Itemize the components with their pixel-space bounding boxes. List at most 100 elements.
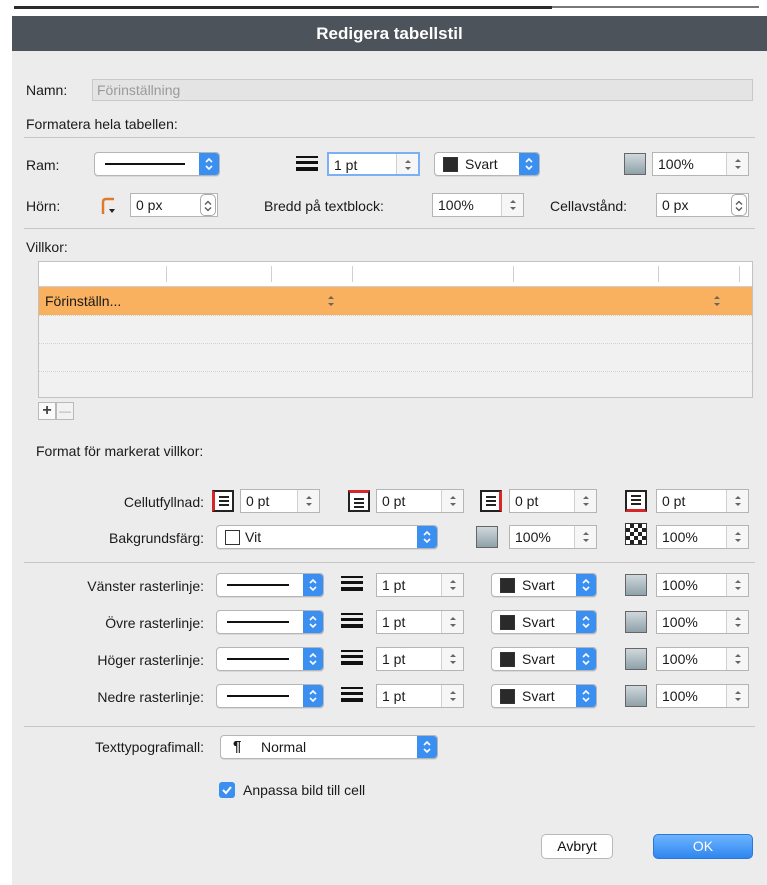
tint-icon	[625, 685, 647, 707]
chevron-updown-icon	[417, 736, 437, 758]
tint-icon	[625, 648, 647, 670]
background-opacity-value: 100%	[662, 529, 698, 545]
line-style-preview	[227, 658, 289, 660]
gridline-weight-value: 1 pt	[382, 614, 406, 630]
gridline-weight-value: 1 pt	[382, 577, 406, 593]
table-row[interactable]	[39, 371, 752, 397]
color-swatch	[500, 578, 515, 593]
gridline-style-popup[interactable]	[216, 647, 324, 671]
line-style-preview	[227, 621, 289, 623]
gridline-tint-value: 100%	[662, 577, 698, 593]
stepper-arrows-icon	[441, 574, 463, 596]
cell-spacing-stepper[interactable]: 0 px	[656, 193, 749, 217]
gridline-weight-stepper[interactable]: 1 pt	[376, 684, 464, 708]
text-style-popup[interactable]: ¶ Normal	[220, 735, 438, 759]
padding-right-stepper[interactable]: 0 pt	[509, 489, 597, 513]
fit-image-label: Anpassa bild till cell	[243, 782, 366, 798]
stepper-arrows-icon	[726, 685, 748, 707]
padding-right-value: 0 pt	[515, 493, 539, 509]
line-style-preview	[105, 163, 185, 165]
padding-bottom-stepper[interactable]: 0 pt	[656, 489, 749, 513]
chevron-updown-icon	[519, 153, 539, 175]
color-swatch	[500, 615, 515, 630]
padding-bottom-value: 0 pt	[662, 493, 686, 509]
background-opacity-stepper[interactable]: 100%	[656, 525, 749, 549]
gridline-style-popup[interactable]	[216, 610, 324, 634]
tint-icon	[625, 574, 647, 596]
padding-left-stepper[interactable]: 0 pt	[240, 489, 320, 513]
stepper-arrows-icon	[726, 574, 748, 596]
tint-icon	[476, 526, 498, 548]
chevron-updown-icon	[303, 685, 323, 707]
table-row[interactable]	[39, 343, 752, 371]
gridline-tint-stepper[interactable]: 100%	[656, 647, 749, 671]
fit-image-checkbox[interactable]	[219, 782, 235, 798]
frame-color-popup[interactable]: Svart	[434, 152, 540, 176]
stepper-arrows-icon[interactable]	[713, 295, 721, 307]
conditions-table-header	[39, 262, 752, 287]
gridline-weight-stepper[interactable]: 1 pt	[376, 647, 464, 671]
stepper-arrows-icon	[297, 490, 319, 512]
frame-weight-value: 1 pt	[334, 157, 358, 173]
padding-top-stepper[interactable]: 0 pt	[376, 489, 464, 513]
frame-tint-value: 100%	[658, 156, 694, 172]
gridline-color-value: Svart	[522, 577, 555, 593]
frame-style-popup[interactable]	[94, 152, 220, 176]
gridline-color-value: Svart	[522, 651, 555, 667]
gridline-weight-value: 1 pt	[382, 688, 406, 704]
padding-top-value: 0 pt	[382, 493, 406, 509]
cell-spacing-value: 0 px	[662, 197, 689, 213]
color-swatch	[500, 689, 515, 704]
gridline-tint-value: 100%	[662, 688, 698, 704]
background-tint-stepper[interactable]: 100%	[509, 525, 597, 549]
chevron-updown-icon	[417, 526, 437, 548]
corner-icon[interactable]	[100, 196, 120, 216]
padding-left-value: 0 pt	[246, 493, 270, 509]
gridline-tint-stepper[interactable]: 100%	[656, 573, 749, 597]
text-style-value: Normal	[261, 739, 307, 755]
stepper-arrows-icon	[441, 611, 463, 633]
gridline-color-popup[interactable]: Svart	[491, 684, 597, 708]
top-edge	[0, 0, 767, 16]
frame-label: Ram:	[26, 157, 60, 173]
corner-radius-stepper[interactable]: 0 px	[130, 193, 218, 217]
cell-spacing-label: Cellavstånd:	[550, 198, 628, 214]
gridline-color-popup[interactable]: Svart	[491, 610, 597, 634]
table-row[interactable]	[39, 315, 752, 343]
divider	[24, 137, 755, 138]
chevron-updown-icon	[200, 194, 216, 216]
stepper-arrows-icon[interactable]	[327, 295, 335, 307]
padding-top-icon	[348, 490, 370, 512]
cancel-button[interactable]: Avbryt	[541, 834, 613, 859]
frame-tint-stepper[interactable]: 100%	[652, 152, 749, 176]
stepper-arrows-icon	[726, 526, 748, 548]
line-style-preview	[227, 584, 289, 586]
gridline-style-popup[interactable]	[216, 573, 324, 597]
gridline-tint-stepper[interactable]: 100%	[656, 684, 749, 708]
gridline-color-popup[interactable]: Svart	[491, 573, 597, 597]
gridline-tint-stepper[interactable]: 100%	[656, 610, 749, 634]
color-swatch	[225, 530, 240, 545]
condition-name: Förinställn...	[45, 293, 122, 309]
frame-weight-stepper[interactable]: 1 pt	[327, 152, 420, 176]
table-row[interactable]: Förinställn...	[39, 287, 752, 315]
gridline-weight-stepper[interactable]: 1 pt	[376, 610, 464, 634]
stepper-arrows-icon	[726, 648, 748, 670]
textblock-width-value: 100%	[438, 197, 474, 213]
chevron-updown-icon	[731, 194, 747, 216]
stepper-arrows-icon	[726, 611, 748, 633]
gridline-weight-stepper[interactable]: 1 pt	[376, 573, 464, 597]
tint-icon	[624, 153, 646, 175]
gridline-style-popup[interactable]	[216, 684, 324, 708]
line-weight-icon	[341, 650, 363, 666]
add-condition-button[interactable]: +	[38, 402, 56, 420]
textblock-width-stepper[interactable]: 100%	[432, 193, 524, 217]
ok-button[interactable]: OK	[653, 834, 753, 859]
gridline-color-popup[interactable]: Svart	[491, 647, 597, 671]
name-field[interactable]: Förinställning	[92, 79, 753, 101]
background-color-popup[interactable]: Vit	[216, 525, 438, 549]
remove-condition-button[interactable]: —	[56, 402, 74, 420]
gridline-color-value: Svart	[522, 688, 555, 704]
chevron-updown-icon	[576, 685, 596, 707]
conditions-table: Förinställn...	[38, 261, 753, 398]
